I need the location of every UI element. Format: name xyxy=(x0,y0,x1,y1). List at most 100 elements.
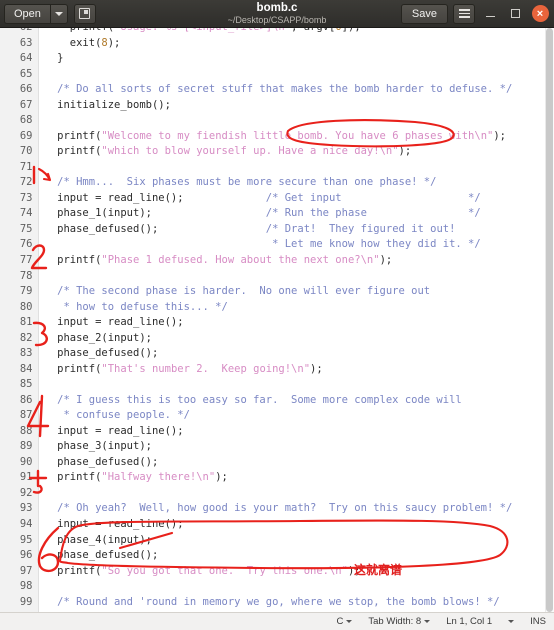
cursor-position-indicator[interactable]: Ln 1, Col 1 xyxy=(446,616,492,627)
code-line[interactable]: 79 /* The second phase is harder. No one… xyxy=(0,284,545,300)
code-line[interactable]: 100 input = read_line(); xyxy=(0,610,545,612)
code-text[interactable]: input = read_line(); xyxy=(38,517,545,533)
code-text[interactable]: printf("That's number 2. Keep going!\n")… xyxy=(38,362,545,378)
code-line[interactable]: 66 /* Do all sorts of secret stuff that … xyxy=(0,82,545,98)
code-text[interactable]: input = read_line(); xyxy=(38,610,545,612)
code-text[interactable] xyxy=(38,160,545,176)
code-line[interactable]: 80 * how to defuse this... */ xyxy=(0,299,545,316)
code-line[interactable]: 90 phase_defused(); xyxy=(0,454,545,471)
code-text[interactable]: phase_defused(); xyxy=(38,548,545,564)
vertical-scrollbar-thumb[interactable] xyxy=(546,28,553,612)
code-text[interactable]: /* Oh yeah? Well, how good is your math?… xyxy=(38,501,545,517)
code-line[interactable]: 63 exit(8); xyxy=(0,35,545,52)
code-line[interactable]: 98 xyxy=(0,579,545,595)
code-line[interactable]: 93 /* Oh yeah? Well, how good is your ma… xyxy=(0,501,545,517)
code-text[interactable] xyxy=(38,67,545,83)
code-line[interactable]: 65 xyxy=(0,66,545,83)
code-text[interactable]: * how to defuse this... */ xyxy=(38,300,545,316)
vertical-scrollbar[interactable] xyxy=(545,28,554,612)
code-text[interactable] xyxy=(38,113,545,129)
line-number: 84 xyxy=(0,361,39,378)
code-text[interactable] xyxy=(38,486,545,502)
code-text[interactable]: phase_1(input); /* Run the phase */ xyxy=(38,206,545,222)
line-number: 80 xyxy=(0,299,39,316)
maximize-button[interactable] xyxy=(505,4,525,24)
code-line[interactable]: 92 xyxy=(0,485,545,502)
code-token: /* Oh yeah? Well, how good is your math?… xyxy=(44,502,513,515)
code-line[interactable]: 73 input = read_line(); /* Get input */ xyxy=(0,190,545,207)
code-line[interactable]: 71 xyxy=(0,159,545,176)
hamburger-menu-button[interactable] xyxy=(453,3,475,24)
code-text[interactable]: input = read_line(); /* Get input */ xyxy=(38,191,545,207)
code-line[interactable]: 89 phase_3(input); xyxy=(0,439,545,455)
save-button[interactable]: Save xyxy=(400,3,448,24)
code-line[interactable]: 62 printf("Usage: %s [<input_file>]\n", … xyxy=(0,28,545,36)
status-extra-dropdown[interactable] xyxy=(508,620,515,623)
code-text[interactable]: printf("which to blow yourself up. Have … xyxy=(38,144,545,160)
code-line[interactable]: 78 xyxy=(0,268,545,285)
code-text[interactable]: /* Round and 'round in memory we go, whe… xyxy=(38,595,545,611)
code-text[interactable]: /* Do all sorts of secret stuff that mak… xyxy=(38,82,545,98)
code-line[interactable]: 86 /* I guess this is too easy so far. S… xyxy=(0,392,545,409)
code-text[interactable]: * confuse people. */ xyxy=(38,408,545,424)
code-text[interactable]: input = read_line(); xyxy=(38,424,545,440)
code-text[interactable]: phase_3(input); xyxy=(38,439,545,455)
code-line[interactable]: 69 printf("Welcome to my fiendish little… xyxy=(0,128,545,145)
code-text[interactable]: printf("Welcome to my fiendish little bo… xyxy=(38,129,545,145)
code-line[interactable]: 99 /* Round and 'round in memory we go, … xyxy=(0,594,545,611)
code-line[interactable]: 76 * Let me know how they did it. */ xyxy=(0,237,545,253)
code-viewport[interactable]: 62 printf("Usage: %s [<input_file>]\n", … xyxy=(0,28,545,612)
code-text[interactable]: input = read_line(); xyxy=(38,315,545,331)
code-text[interactable]: phase_defused(); xyxy=(38,346,545,362)
code-line[interactable]: 84 printf("That's number 2. Keep going!\… xyxy=(0,361,545,378)
open-button[interactable]: Open xyxy=(4,3,50,24)
code-line[interactable]: 85 xyxy=(0,377,545,393)
line-number: 90 xyxy=(0,454,39,471)
code-text[interactable]: phase_defused(); /* Drat! They figured i… xyxy=(38,222,545,238)
code-text[interactable]: * Let me know how they did it. */ xyxy=(38,237,545,253)
code-line[interactable]: 82 phase_2(input); xyxy=(0,330,545,347)
close-button[interactable]: × xyxy=(530,4,550,24)
code-line[interactable]: 77 printf("Phase 1 defused. How about th… xyxy=(0,252,545,269)
code-text[interactable]: printf("So you got that one. Try this on… xyxy=(38,564,545,580)
code-line[interactable]: 91 printf("Halfway there!\n"); xyxy=(0,470,545,486)
minimize-button[interactable] xyxy=(480,4,500,24)
code-text[interactable]: printf("Usage: %s [<input_file>]\n", arg… xyxy=(38,28,545,36)
code-line[interactable]: 64 } xyxy=(0,51,545,67)
text-editor-area[interactable]: 62 printf("Usage: %s [<input_file>]\n", … xyxy=(0,28,554,612)
code-line[interactable]: 87 * confuse people. */ xyxy=(0,408,545,424)
code-text[interactable]: /* Hmm... Six phases must be more secure… xyxy=(38,175,545,191)
code-text[interactable]: phase_4(input); xyxy=(38,533,545,549)
code-line[interactable]: 96 phase_defused(); xyxy=(0,548,545,564)
code-line[interactable]: 67 initialize_bomb(); xyxy=(0,97,545,114)
code-line[interactable]: 88 input = read_line(); xyxy=(0,423,545,440)
tab-width-selector[interactable]: Tab Width: 8 xyxy=(368,616,431,627)
code-text[interactable] xyxy=(38,377,545,393)
code-line[interactable]: 68 xyxy=(0,113,545,129)
open-dropdown-button[interactable] xyxy=(49,3,68,24)
code-line[interactable]: 70 printf("which to blow yourself up. Ha… xyxy=(0,144,545,160)
code-text[interactable] xyxy=(38,269,545,285)
code-line[interactable]: 81 input = read_line(); xyxy=(0,315,545,331)
code-text[interactable]: exit(8); xyxy=(38,36,545,52)
code-line[interactable]: 97 printf("So you got that one. Try this… xyxy=(0,563,545,580)
code-line[interactable]: 83 phase_defused(); xyxy=(0,346,545,362)
code-text[interactable]: phase_defused(); xyxy=(38,455,545,471)
code-token: "Welcome to my fiendish little bomb. You… xyxy=(101,129,494,142)
code-text[interactable]: printf("Phase 1 defused. How about the n… xyxy=(38,253,545,269)
code-text[interactable]: /* I guess this is too easy so far. Some… xyxy=(38,393,545,409)
code-line[interactable]: 74 phase_1(input); /* Run the phase */ xyxy=(0,206,545,222)
new-document-button[interactable] xyxy=(73,3,96,24)
code-line[interactable]: 95 phase_4(input); xyxy=(0,532,545,549)
code-text[interactable]: phase_2(input); xyxy=(38,331,545,347)
code-text[interactable]: } xyxy=(38,51,545,67)
language-selector[interactable]: C xyxy=(337,616,353,627)
code-line[interactable]: 75 phase_defused(); /* Drat! They figure… xyxy=(0,221,545,238)
code-text[interactable]: initialize_bomb(); xyxy=(38,98,545,114)
code-text[interactable] xyxy=(38,579,545,595)
code-text[interactable]: printf("Halfway there!\n"); xyxy=(38,470,545,486)
line-number: 93 xyxy=(0,501,39,517)
code-text[interactable]: /* The second phase is harder. No one wi… xyxy=(38,284,545,300)
code-line[interactable]: 94 input = read_line(); xyxy=(0,517,545,533)
code-line[interactable]: 72 /* Hmm... Six phases must be more sec… xyxy=(0,175,545,191)
